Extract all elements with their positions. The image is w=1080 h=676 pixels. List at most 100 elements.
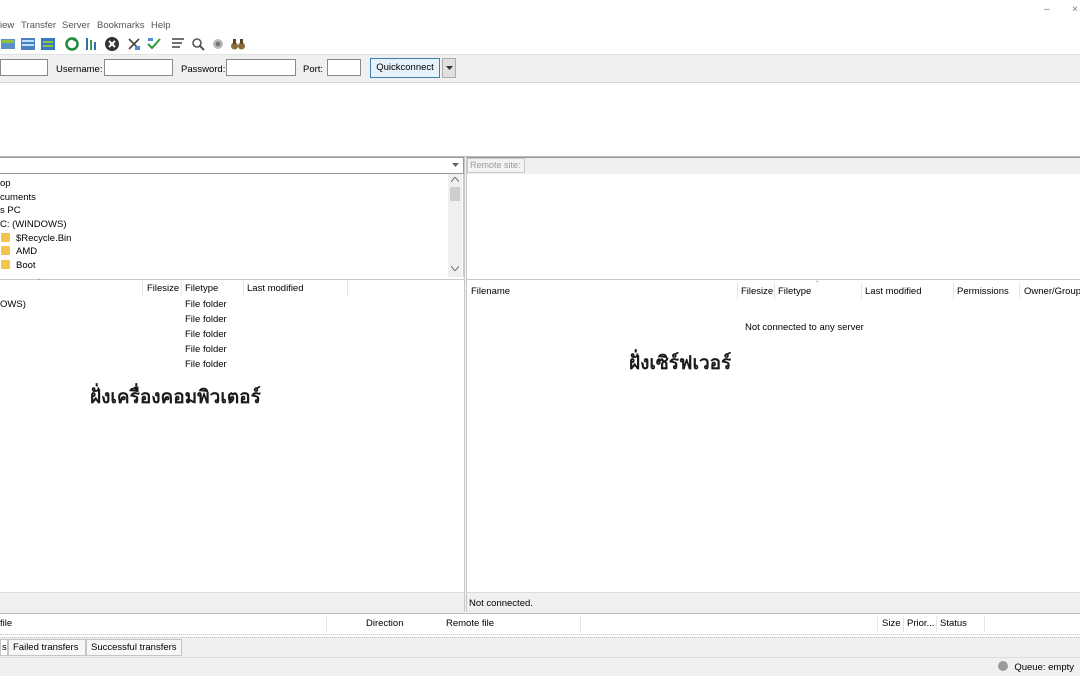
menu-bookmarks[interactable]: Bookmarks xyxy=(97,20,145,31)
sort-indicator-icon: ˇ xyxy=(38,278,41,287)
tab-successful-transfers[interactable]: Successful transfers xyxy=(86,639,182,656)
remote-site-label: Remote site: xyxy=(467,158,525,173)
empty-list-message: Not connected to any server xyxy=(745,322,864,333)
column-separator[interactable] xyxy=(1019,283,1020,299)
chevron-down-icon[interactable] xyxy=(451,266,459,271)
local-file-list[interactable]: ˇ Filesize Filetype Last modified OWS) F… xyxy=(0,278,464,593)
cancel-icon[interactable] xyxy=(104,36,120,52)
menu-transfer[interactable]: Transfer xyxy=(21,20,56,31)
column-separator[interactable] xyxy=(774,283,775,299)
column-last-modified[interactable]: Last modified xyxy=(865,286,922,297)
queue-icon xyxy=(998,661,1009,671)
folder-icon xyxy=(1,260,10,269)
column-owner-group[interactable]: Owner/Group xyxy=(1024,286,1080,297)
host-input[interactable] xyxy=(0,59,48,76)
quickconnect-dropdown[interactable] xyxy=(442,58,456,78)
close-button[interactable]: × xyxy=(1072,4,1078,15)
column-separator[interactable] xyxy=(737,283,738,299)
column-status[interactable]: Status xyxy=(940,618,967,629)
remote-file-list[interactable]: Filename Filesize Filetype ˇ Last modifi… xyxy=(467,279,1080,593)
disconnect-icon[interactable] xyxy=(126,36,142,52)
username-input[interactable] xyxy=(104,59,173,76)
column-permissions[interactable]: Permissions xyxy=(957,286,1009,297)
port-label: Port: xyxy=(303,64,324,75)
tree-item[interactable]: $Recycle.Bin xyxy=(1,233,71,244)
column-separator[interactable] xyxy=(903,616,904,632)
column-separator[interactable] xyxy=(326,616,327,632)
username-label: Username: xyxy=(56,64,103,75)
column-filetype[interactable]: Filetype xyxy=(778,286,811,297)
tree-item[interactable]: Boot xyxy=(1,260,36,271)
port-input[interactable] xyxy=(327,59,361,76)
local-site-path[interactable] xyxy=(0,157,464,174)
column-size[interactable]: Size xyxy=(882,618,900,629)
remote-status-bar: Not connected. xyxy=(467,592,1080,613)
process-queue-icon[interactable] xyxy=(84,36,100,52)
folder-icon xyxy=(1,233,10,242)
tree-item[interactable]: AMD xyxy=(1,246,37,257)
minimize-button[interactable]: – xyxy=(1044,4,1050,15)
column-separator[interactable] xyxy=(347,280,348,296)
menu-help[interactable]: Help xyxy=(151,20,171,31)
status-bar: Queue: empty xyxy=(0,657,1080,676)
chevron-down-icon[interactable] xyxy=(452,163,459,168)
site-manager-icon[interactable] xyxy=(0,36,16,52)
transfer-queue-header: file Direction Remote file Size Prior...… xyxy=(0,613,1080,635)
tree-item[interactable]: op xyxy=(0,178,11,189)
column-separator[interactable] xyxy=(984,616,985,632)
column-local-file[interactable]: file xyxy=(0,618,12,629)
chevron-down-icon xyxy=(446,66,453,70)
menu-bar: iew Transfer Server Bookmarks Help – × xyxy=(0,4,1080,34)
column-separator[interactable] xyxy=(142,280,143,296)
remote-status-text: Not connected. xyxy=(469,598,533,609)
column-separator[interactable] xyxy=(580,616,581,632)
quickconnect-bar: Username: Password: Port: Quickconnect xyxy=(0,55,1080,83)
toolbar xyxy=(0,34,1080,55)
tree-scrollbar[interactable] xyxy=(448,174,462,277)
menu-view[interactable]: iew xyxy=(0,20,14,31)
toggle-log-icon[interactable] xyxy=(20,36,36,52)
tree-item[interactable]: C: (WINDOWS) xyxy=(0,219,67,230)
message-log xyxy=(0,83,1080,157)
tab-queued-files[interactable]: s xyxy=(0,639,8,656)
column-separator[interactable] xyxy=(953,283,954,299)
scrollbar-thumb[interactable] xyxy=(450,187,460,201)
column-separator[interactable] xyxy=(181,280,182,296)
remote-site-bar: Remote site: xyxy=(467,157,1080,174)
password-input[interactable] xyxy=(226,59,296,76)
column-remote-file[interactable]: Remote file xyxy=(446,618,494,629)
tree-item[interactable]: cuments xyxy=(0,192,36,203)
toggle-tree-icon[interactable] xyxy=(40,36,56,52)
sort-indicator-icon: ˇ xyxy=(816,280,819,289)
tab-failed-transfers[interactable]: Failed transfers xyxy=(8,639,86,656)
column-separator[interactable] xyxy=(877,616,878,632)
column-filename[interactable]: Filename xyxy=(471,286,510,297)
sync-browse-icon[interactable] xyxy=(210,36,226,52)
local-status-bar xyxy=(0,592,464,613)
queue-status: Queue: empty xyxy=(998,661,1074,673)
column-separator[interactable] xyxy=(861,283,862,299)
column-filetype[interactable]: Filetype xyxy=(185,283,218,294)
reconnect-icon[interactable] xyxy=(146,36,162,52)
quickconnect-button[interactable]: Quickconnect xyxy=(370,58,440,78)
filter-icon[interactable] xyxy=(170,36,186,52)
column-separator[interactable] xyxy=(936,616,937,632)
column-filesize[interactable]: Filesize xyxy=(741,286,773,297)
local-directory-tree[interactable]: op cuments s PC C: (WINDOWS) $Recycle.Bi… xyxy=(0,174,464,277)
search-icon[interactable] xyxy=(230,36,246,52)
column-separator[interactable] xyxy=(243,280,244,296)
compare-icon[interactable] xyxy=(190,36,206,52)
chevron-up-icon[interactable] xyxy=(451,177,459,182)
remote-directory-tree[interactable] xyxy=(467,174,1080,277)
folder-icon xyxy=(1,246,10,255)
local-side-annotation: ฝั่งเครื่องคอมพิวเตอร์ xyxy=(90,386,261,408)
column-filesize[interactable]: Filesize xyxy=(147,283,179,294)
remote-side-annotation: ฝั่งเซิร์ฟเวอร์ xyxy=(629,352,732,374)
refresh-icon[interactable] xyxy=(64,36,80,52)
menu-server[interactable]: Server xyxy=(62,20,90,31)
tree-item[interactable]: s PC xyxy=(0,205,21,216)
queue-tabs: s Failed transfers Successful transfers xyxy=(0,637,1080,658)
column-priority[interactable]: Prior... xyxy=(907,618,934,629)
column-direction[interactable]: Direction xyxy=(366,618,404,629)
column-last-modified[interactable]: Last modified xyxy=(247,283,304,294)
